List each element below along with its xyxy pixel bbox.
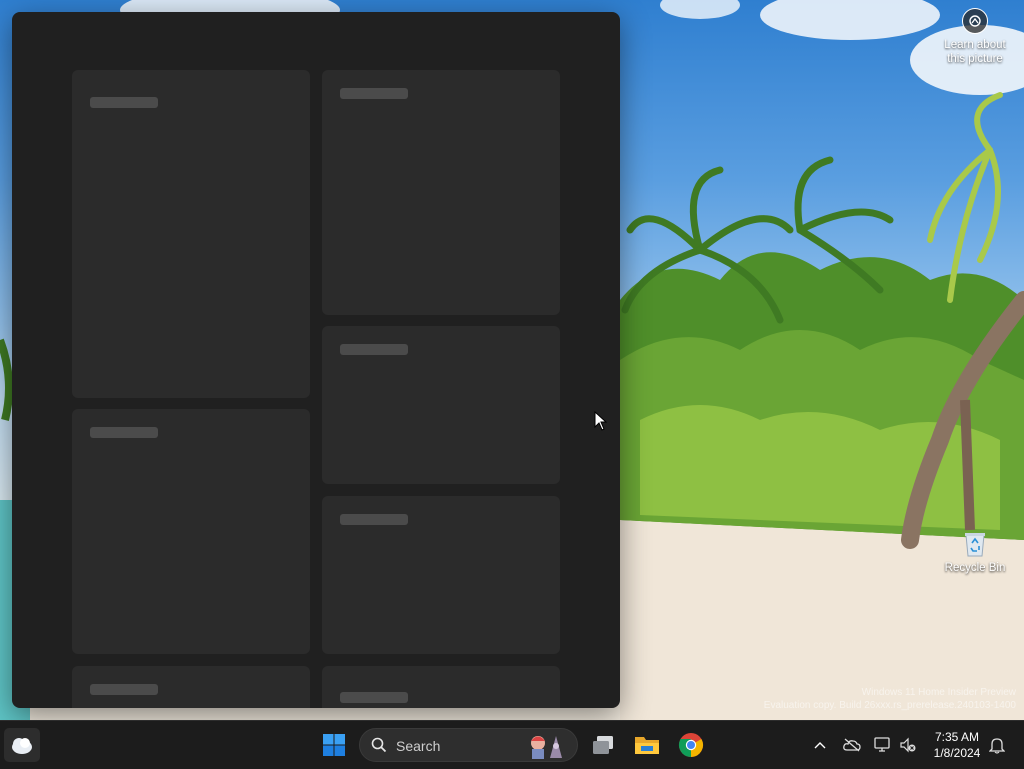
network-button[interactable]: [872, 721, 894, 769]
title-placeholder: [90, 427, 158, 438]
recycle-bin-icon: [962, 530, 988, 558]
title-placeholder: [340, 88, 408, 99]
network-icon: [874, 737, 890, 752]
widget-card-loading[interactable]: [322, 326, 560, 484]
clock-button[interactable]: 7:35 AM 1/8/2024: [926, 729, 988, 761]
mouse-cursor-icon: [594, 410, 608, 436]
search-icon: [371, 737, 387, 753]
taskbar: Search 7:35 AM 1/8/2024: [0, 720, 1024, 769]
show-hidden-icons-button[interactable]: [808, 721, 832, 769]
weather-cloud-icon: [12, 738, 32, 754]
widget-card-loading[interactable]: [72, 70, 310, 398]
learn-about-picture-button[interactable]: Learn about this picture: [934, 8, 1016, 66]
file-explorer-button[interactable]: [631, 729, 663, 761]
chrome-icon: [678, 733, 704, 757]
widget-card-loading[interactable]: [322, 666, 560, 708]
learn-about-picture-label: Learn about this picture: [944, 39, 1006, 65]
task-view-icon: [593, 736, 613, 754]
watermark-line-1: Windows 11 Home Insider Preview: [861, 687, 1016, 698]
widgets-button[interactable]: [4, 728, 40, 762]
notification-bell-icon: [989, 738, 1005, 754]
notification-center-button[interactable]: [986, 721, 1008, 769]
onedrive-offline-icon: [843, 738, 861, 752]
search-highlight-icon: [531, 736, 562, 759]
widget-card-loading[interactable]: [72, 409, 310, 654]
widget-card-loading[interactable]: [72, 666, 310, 708]
widget-card-loading[interactable]: [322, 496, 560, 654]
recycle-bin-label: Recycle Bin: [944, 562, 1006, 574]
windows-logo-icon: [323, 734, 345, 756]
title-placeholder: [340, 344, 408, 355]
file-explorer-icon: [635, 737, 659, 754]
widgets-panel[interactable]: [12, 12, 620, 708]
title-placeholder: [90, 97, 158, 108]
recycle-bin[interactable]: Recycle Bin: [940, 530, 1010, 574]
build-watermark: Windows 11 Home Insider Preview Evaluati…: [764, 686, 1016, 712]
widget-card-loading[interactable]: [322, 70, 560, 315]
taskbar-search-box[interactable]: Search: [359, 728, 578, 762]
volume-button[interactable]: [897, 721, 919, 769]
search-label: Search: [396, 738, 441, 754]
start-button[interactable]: [318, 729, 350, 761]
volume-muted-icon: [900, 737, 916, 753]
watermark-line-2: Evaluation copy. Build 26xxx.rs_prerelea…: [763, 700, 1016, 711]
task-view-button[interactable]: [587, 729, 619, 761]
title-placeholder: [340, 692, 408, 703]
chrome-button[interactable]: [675, 729, 707, 761]
title-placeholder: [90, 684, 158, 695]
chevron-up-icon: [814, 742, 826, 749]
clock-date: 1/8/2024: [933, 746, 981, 760]
camera-icon: [962, 8, 988, 34]
clock-time: 7:35 AM: [934, 730, 980, 744]
onedrive-button[interactable]: [840, 721, 864, 769]
title-placeholder: [340, 514, 408, 525]
